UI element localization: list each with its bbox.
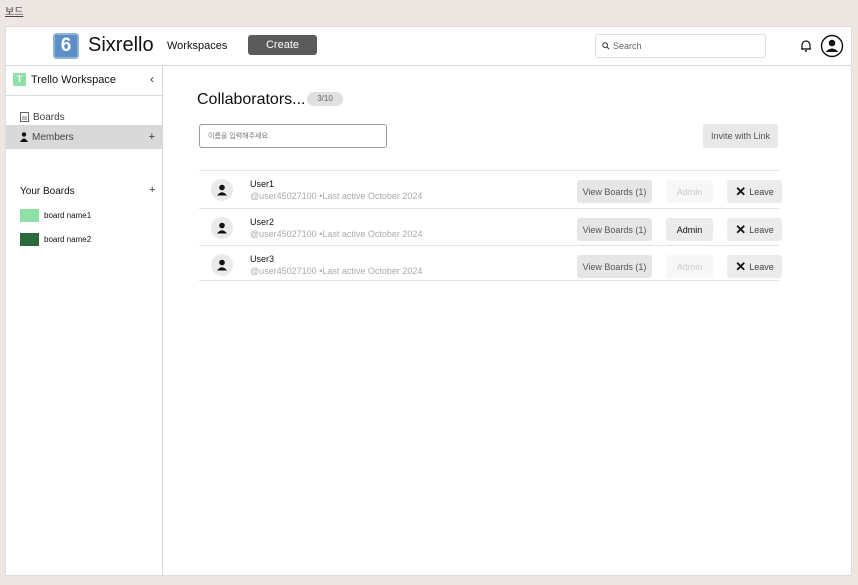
board-color-swatch xyxy=(20,209,39,222)
your-boards-heading: Your Boards xyxy=(20,186,75,197)
leave-button[interactable]: ✕ Leave xyxy=(727,218,782,241)
board-color-swatch xyxy=(20,233,39,246)
member-name: User2 xyxy=(250,217,275,227)
workspace-badge: T xyxy=(13,73,26,86)
app-frame: 6 Sixrello Workspaces Create T Trello Wo… xyxy=(5,26,852,577)
collaborator-count-badge: 3/10 xyxy=(307,92,343,106)
top-header: 6 Sixrello Workspaces Create xyxy=(6,27,851,66)
user-avatar-icon xyxy=(211,179,233,201)
logo-icon[interactable]: 6 xyxy=(53,33,79,59)
view-boards-button[interactable]: View Boards (1) xyxy=(577,218,652,241)
close-icon: ✕ xyxy=(735,184,747,199)
sidebar-item-label: Members xyxy=(32,131,74,143)
member-meta: @user45027100 •Last active October 2024 xyxy=(250,191,423,201)
member-row: User2 @user45027100 •Last active October… xyxy=(199,208,782,244)
user-avatar-icon xyxy=(211,254,233,276)
search-icon xyxy=(602,42,610,50)
workspaces-link[interactable]: Workspaces xyxy=(167,40,227,52)
view-boards-button[interactable]: View Boards (1) xyxy=(577,255,652,278)
view-boards-button[interactable]: View Boards (1) xyxy=(577,180,652,203)
leave-button[interactable]: ✕ Leave xyxy=(727,180,782,203)
bell-icon[interactable] xyxy=(799,39,813,53)
board-name: board name1 xyxy=(44,211,92,220)
board-icon xyxy=(20,112,29,122)
collapse-sidebar-icon[interactable]: ‹ xyxy=(150,72,154,86)
sidebar-item-members[interactable]: Members + xyxy=(6,125,162,149)
add-member-button[interactable]: + xyxy=(149,131,155,143)
leave-label: Leave xyxy=(749,224,774,235)
create-button[interactable]: Create xyxy=(248,35,317,55)
user-avatar-icon xyxy=(211,217,233,239)
leave-button[interactable]: ✕ Leave xyxy=(727,255,782,278)
add-board-button[interactable]: + xyxy=(149,184,155,196)
admin-button[interactable]: Admin xyxy=(666,218,713,241)
person-icon xyxy=(20,132,28,142)
leave-label: Leave xyxy=(749,261,774,272)
admin-button[interactable]: Admin xyxy=(666,180,713,203)
member-row: User1 @user45027100 •Last active October… xyxy=(199,170,782,206)
member-name: User1 xyxy=(250,179,275,189)
invite-with-link-button[interactable]: Invite with Link xyxy=(703,124,778,148)
board-item[interactable]: board name2 xyxy=(20,233,91,246)
close-icon: ✕ xyxy=(735,259,747,274)
admin-button[interactable]: Admin xyxy=(666,255,713,278)
board-name: board name2 xyxy=(44,235,92,244)
sidebar: T Trello Workspace ‹ Boards Members + Yo… xyxy=(6,66,163,577)
member-meta: @user45027100 •Last active October 2024 xyxy=(250,266,423,276)
sidebar-item-label: Boards xyxy=(33,111,65,123)
workspace-name[interactable]: Trello Workspace xyxy=(31,74,116,86)
workspace-header: T Trello Workspace ‹ xyxy=(6,66,162,96)
page-label: 보드 xyxy=(5,7,24,18)
leave-label: Leave xyxy=(749,186,774,197)
search-input[interactable] xyxy=(613,41,753,51)
account-icon[interactable] xyxy=(820,34,844,58)
page-title: Collaborators... xyxy=(197,91,306,108)
name-input[interactable] xyxy=(199,124,387,148)
member-name: User3 xyxy=(250,254,275,264)
app-name[interactable]: Sixrello xyxy=(88,34,154,57)
member-meta: @user45027100 •Last active October 2024 xyxy=(250,229,423,239)
search-box[interactable] xyxy=(595,34,766,58)
board-item[interactable]: board name1 xyxy=(20,209,91,222)
close-icon: ✕ xyxy=(735,222,747,237)
member-row: User3 @user45027100 •Last active October… xyxy=(199,245,782,281)
